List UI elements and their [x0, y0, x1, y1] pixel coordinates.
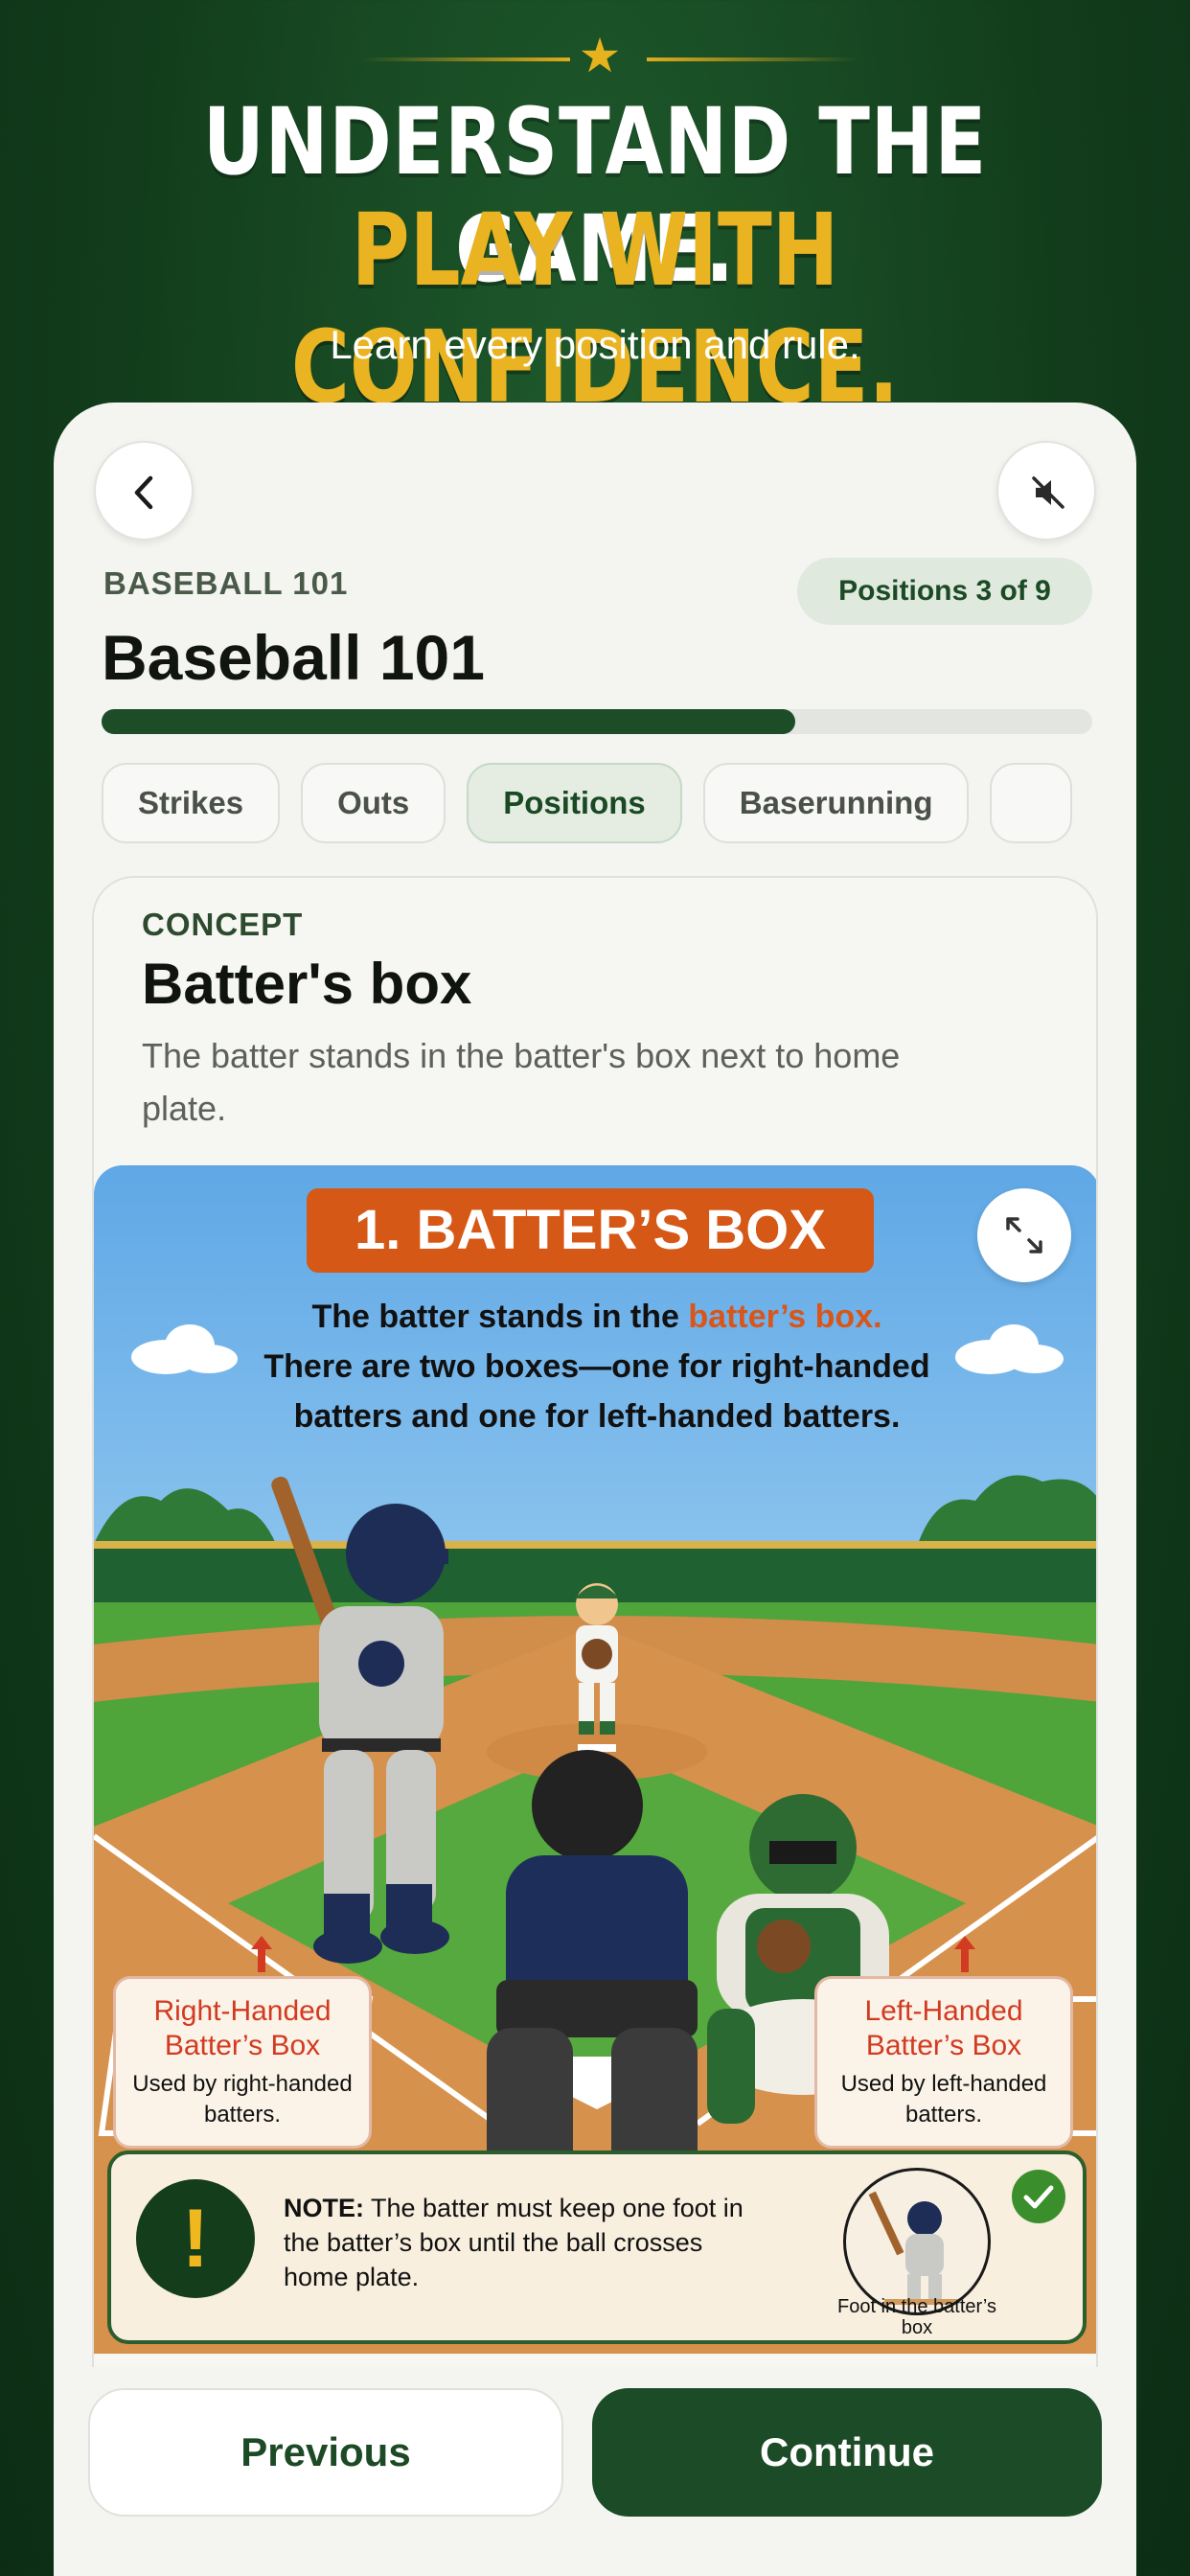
batter-thumbnail [868, 2191, 961, 2305]
concept-title: Batter's box [142, 952, 472, 1016]
arrow-up-icon [251, 1936, 272, 1972]
expand-button[interactable] [977, 1188, 1071, 1282]
note-text: NOTE: The batter must keep one foot in t… [284, 2191, 763, 2294]
illustration-explanation: The batter stands in the batter’s box. T… [228, 1292, 966, 1441]
app-screen: BASEBALL 101 Positions 3 of 9 Baseball 1… [54, 402, 1136, 2576]
divider-line-right [647, 58, 858, 61]
concept-card: CONCEPT Batter's box The batter stands i… [92, 876, 1098, 2576]
explain-highlight: batter’s box. [688, 1299, 882, 1335]
page-title: Baseball 101 [102, 622, 485, 693]
hero-header: ★ UNDERSTAND THE GAME. PLAY WITH CONFIDE… [0, 0, 1190, 426]
left-handed-box-title: Left-Handed Batter’s Box [864, 1995, 1023, 2061]
progress-fill [102, 709, 795, 734]
tab-overflow[interactable] [990, 763, 1072, 843]
tab-outs[interactable]: Outs [301, 763, 446, 843]
position-badge: Positions 3 of 9 [797, 558, 1092, 625]
star-divider: ★ [0, 29, 1190, 86]
arrow-up-icon [954, 1936, 975, 1972]
hero-headline-accent: PLAY WITH CONFIDENCE. [290, 192, 900, 426]
hero-subtitle: Learn every position and rule. [330, 322, 860, 367]
progress-bar [102, 709, 1092, 734]
speaker-muted-icon [1032, 476, 1064, 509]
course-label: BASEBALL 101 [103, 565, 349, 601]
concept-description: The batter stands in the batter's box ne… [142, 1036, 901, 1128]
batters-box-illustration: 1. BATTER’S BOX The batter stands in the… [94, 1165, 1096, 2354]
left-handed-box-subtitle: Used by left-handed batters. [840, 2071, 1047, 2128]
explain-prefix: The batter stands in the [311, 1299, 689, 1335]
checkmark-badge [1012, 2170, 1065, 2223]
concept-label: CONCEPT [142, 907, 304, 942]
note-image-caption: Foot in the batter’s box [836, 2296, 997, 2338]
illustration-banner: 1. BATTER’S BOX [307, 1188, 874, 1273]
previous-button[interactable]: Previous [88, 2388, 563, 2517]
note-label: NOTE: [284, 2194, 364, 2222]
divider-line-left [359, 58, 570, 61]
right-handed-box-subtitle: Used by right-handed batters. [132, 2071, 353, 2128]
continue-button[interactable]: Continue [592, 2388, 1102, 2517]
chevron-left-icon [134, 475, 153, 510]
expand-arrows-icon [1006, 1217, 1042, 1254]
note-batter-image [843, 2168, 991, 2315]
rule-note: ! NOTE: The batter must keep one foot in… [107, 2150, 1087, 2344]
exclamation-icon: ! [136, 2179, 255, 2298]
mute-button[interactable] [996, 441, 1096, 540]
left-handed-box-label: Left-Handed Batter’s Box Used by left-ha… [814, 1976, 1073, 2149]
topic-tabs: Strikes Outs Positions Baserunning [102, 763, 1136, 845]
footer-nav: Previous Continue [54, 2367, 1136, 2576]
tab-baserunning[interactable]: Baserunning [702, 763, 970, 843]
tab-positions[interactable]: Positions [467, 763, 682, 843]
tab-strikes[interactable]: Strikes [102, 763, 281, 843]
star-icon: ★ [578, 29, 622, 82]
right-handed-box-label: Right-Handed Batter’s Box Used by right-… [113, 1976, 372, 2149]
back-button[interactable] [94, 441, 194, 540]
right-handed-box-title: Right-Handed Batter’s Box [153, 1995, 332, 2061]
explain-rest: There are two boxes—one for right-handed… [263, 1348, 930, 1435]
checkmark-icon [1023, 2185, 1054, 2209]
